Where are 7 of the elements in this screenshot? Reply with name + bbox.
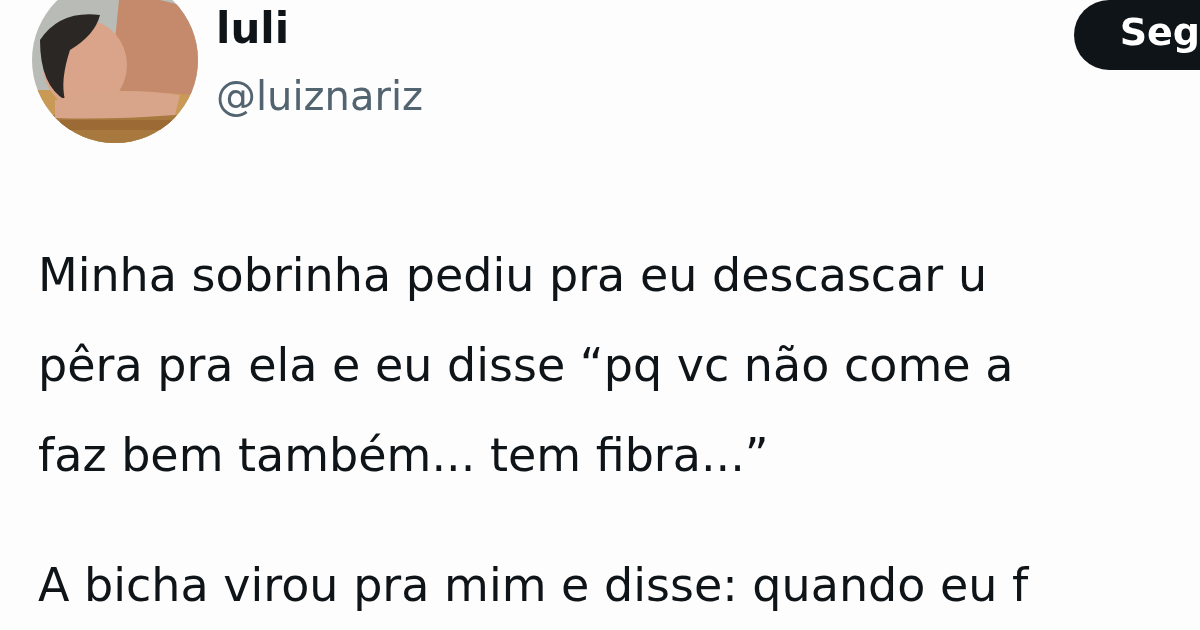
- author-name: luli: [216, 8, 291, 50]
- tweet-text-line: pêra pra ela e eu disse “pq vc não come a: [38, 337, 1015, 394]
- follow-button[interactable]: Seg: [1073, 0, 1200, 70]
- tweet-text-line: faz bem também... tem fibra...”: [38, 427, 770, 484]
- tweet-text-line: Minha sobrinha pediu pra eu descascar u: [38, 247, 989, 304]
- tweet-text-line: A bicha virou pra mim e disse: quando eu f: [38, 557, 1030, 614]
- author-handle: @luiznariz: [216, 76, 424, 116]
